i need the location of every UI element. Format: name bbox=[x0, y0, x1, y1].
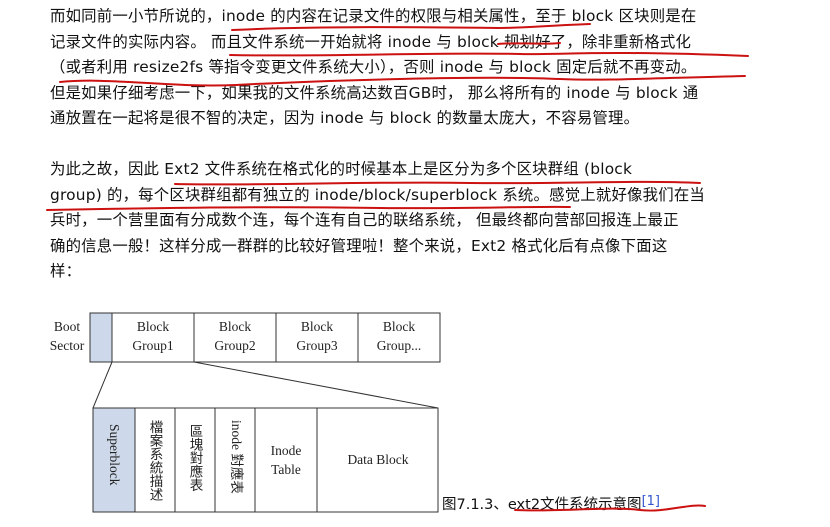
svg-text:Sector: Sector bbox=[50, 338, 85, 353]
block-bitmap-label: 區塊對應表 bbox=[188, 424, 204, 492]
expansion-line-left bbox=[92, 361, 113, 409]
reference-link[interactable]: [1] bbox=[642, 494, 660, 509]
block-group-3-label: Block bbox=[301, 319, 333, 334]
block-group-2-label: Block bbox=[219, 319, 251, 334]
block-group-2-label: Group2 bbox=[214, 338, 255, 353]
block-group-1-label: Group1 bbox=[132, 338, 173, 353]
block-group-3-label: Group3 bbox=[296, 338, 337, 353]
ext2-layout-diagram: Boot Sector Block Group1 Block Group2 Bl… bbox=[50, 312, 441, 513]
boot-sector-cell bbox=[89, 312, 113, 363]
inode-table-cell bbox=[254, 407, 318, 513]
data-block-label: Data Block bbox=[347, 452, 408, 467]
figure-caption-text: 图7.1.3、ext2文件系统示意图 bbox=[442, 497, 642, 513]
block-group-1-label: Block bbox=[137, 319, 169, 334]
svg-text:Boot: Boot bbox=[54, 319, 81, 334]
inode-table-label: Inode bbox=[271, 443, 302, 458]
boot-sector-label: Boot Sector bbox=[50, 319, 85, 353]
figure-caption: 图7.1.3、ext2文件系统示意图[1] bbox=[442, 493, 660, 514]
file-table-label: 檔案系統描述 bbox=[148, 420, 164, 502]
inode-table-label: Table bbox=[271, 462, 301, 477]
expansion-line-right bbox=[193, 361, 439, 409]
block-group-n-label: Group... bbox=[377, 338, 422, 353]
block-group-n-label: Block bbox=[383, 319, 415, 334]
inode-bitmap-label: inode 對應表 bbox=[229, 420, 245, 494]
superblock-label: Superblock bbox=[107, 424, 122, 486]
